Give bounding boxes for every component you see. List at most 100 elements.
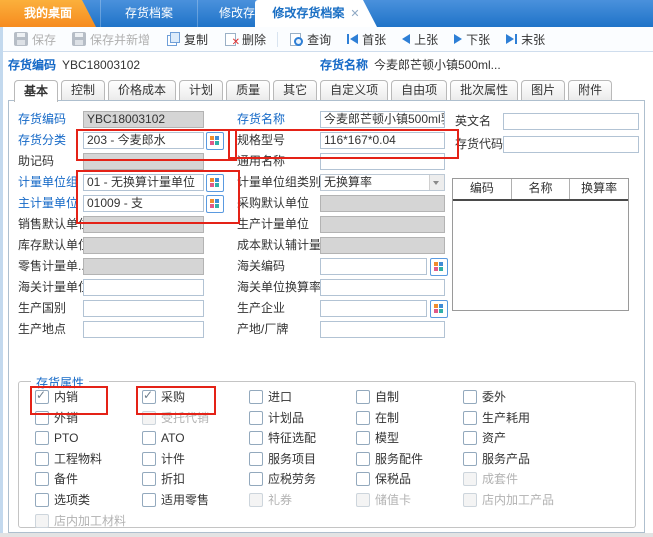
checkbox-icon [249, 452, 263, 466]
save-new-label: 保存并新增 [90, 31, 150, 48]
last-record-icon [506, 34, 517, 44]
checkbox-attr-4-2[interactable]: 资产 [463, 430, 506, 445]
last-record-button[interactable]: 末张 [498, 28, 553, 50]
field-input-middle-8[interactable] [320, 279, 445, 296]
field-input-left-10[interactable] [83, 321, 204, 338]
checkbox-attr-3-1[interactable]: 在制 [356, 410, 399, 425]
checkbox-icon [356, 493, 370, 507]
checkbox-attr-0-5[interactable]: 选项类 [35, 492, 90, 507]
checkbox-attr-2-3[interactable]: 服务项目 [249, 451, 316, 466]
tab-modify-inventory-archive-active[interactable]: 修改存货档案✕ [255, 0, 377, 27]
close-icon[interactable]: ✕ [350, 8, 359, 20]
checkbox-attr-0-2[interactable]: PTO [35, 430, 78, 445]
tab-my-desktop[interactable]: 我的桌面 [0, 0, 96, 27]
field-input-middle-9[interactable] [320, 300, 427, 317]
field-input-middle-4 [320, 195, 445, 212]
delete-button[interactable]: 删除 [216, 28, 274, 50]
next-record-button[interactable]: 下张 [446, 28, 498, 50]
field-input-left-9[interactable] [83, 300, 204, 317]
checkbox-label: 适用零售 [161, 491, 209, 508]
checkbox-icon [463, 452, 477, 466]
checkbox-label: 店内加工产品 [482, 491, 554, 508]
checkbox-label: 礼券 [268, 491, 292, 508]
checkbox-attr-4-3[interactable]: 服务产品 [463, 451, 530, 466]
field-input-left-3[interactable]: 01 - 无换算计量单位 [83, 174, 204, 191]
page-tab-6[interactable]: 自定义项 [320, 80, 388, 100]
checkbox-label: 服务配件 [375, 450, 423, 467]
copy-button[interactable]: 复制 [158, 28, 216, 50]
checkbox-icon [35, 472, 49, 486]
first-record-button[interactable]: 首张 [339, 28, 394, 50]
query-button[interactable]: 查询 [281, 28, 339, 50]
checkbox-attr-0-0[interactable]: 内销 [35, 389, 78, 404]
checkbox-attr-1-0[interactable]: 采购 [142, 389, 185, 404]
checkbox-attr-2-2[interactable]: 特征选配 [249, 430, 316, 445]
previous-record-button[interactable]: 上张 [394, 28, 446, 50]
page-tab-1[interactable]: 控制 [61, 80, 105, 100]
checkbox-icon [249, 390, 263, 404]
page-tab-7[interactable]: 自由项 [391, 80, 447, 100]
lookup-icon[interactable] [430, 258, 448, 276]
checkbox-attr-1-3[interactable]: 计件 [142, 451, 185, 466]
page-tab-9[interactable]: 图片 [521, 80, 565, 100]
page-tab-4[interactable]: 质量 [226, 80, 270, 100]
lookup-icon[interactable] [206, 174, 224, 192]
lookup-icon[interactable] [206, 195, 224, 213]
field-label-left-6: 库存默认单位 [18, 237, 90, 254]
checkbox-attr-0-4[interactable]: 备件 [35, 471, 78, 486]
tab-inventory-archive[interactable]: 存货档案 [100, 0, 198, 27]
page-tab-3[interactable]: 计划 [179, 80, 223, 100]
checkbox-icon [463, 390, 477, 404]
checkbox-attr-2-4[interactable]: 应税劳务 [249, 471, 316, 486]
unit-table-col-code: 编码 [453, 179, 512, 199]
checkbox-attr-0-3[interactable]: 工程物料 [35, 451, 102, 466]
page-tab-5[interactable]: 其它 [273, 80, 317, 100]
checkbox-attr-2-1[interactable]: 计划品 [249, 410, 304, 425]
page-tab-2[interactable]: 价格成本 [108, 80, 176, 100]
checkbox-attr-1-5[interactable]: 适用零售 [142, 492, 209, 507]
field-input-left-1[interactable]: 203 - 今麦郎水 [83, 132, 204, 149]
lookup-icon[interactable] [206, 132, 224, 150]
page-tab-8[interactable]: 批次属性 [450, 80, 518, 100]
checkbox-label: 计件 [161, 450, 185, 467]
field-input-middle-0[interactable]: 今麦郎芒顿小镇500ml乳酸菌 [320, 111, 445, 128]
checkbox-attr-0-1[interactable]: 外销 [35, 410, 78, 425]
delete-label: 删除 [242, 31, 266, 48]
field-input-middle-7[interactable] [320, 258, 427, 275]
field-input-left-4[interactable]: 01009 - 支 [83, 195, 204, 212]
checkbox-attr-4-0[interactable]: 委外 [463, 389, 506, 404]
page-tab-10[interactable]: 附件 [568, 80, 612, 100]
checkbox-attr-3-3[interactable]: 服务配件 [356, 451, 423, 466]
checkbox-icon [356, 452, 370, 466]
checkbox-label: 委外 [482, 388, 506, 405]
field-input-middle-10[interactable] [320, 321, 445, 338]
checkbox-attr-1-4[interactable]: 折扣 [142, 471, 185, 486]
checkbox-attr-1-2[interactable]: ATO [142, 430, 185, 445]
field-label-middle-9: 生产企业 [237, 300, 285, 317]
field-input-middle-1[interactable]: 116*167*0.04 [320, 132, 445, 149]
save-new-icon [72, 32, 86, 46]
checkbox-label: 备件 [54, 470, 78, 487]
field-input-left-8[interactable] [83, 279, 204, 296]
field-input-right-0[interactable] [503, 113, 639, 130]
checkbox-label: 服务产品 [482, 450, 530, 467]
chevron-down-icon[interactable] [429, 175, 444, 190]
page-tab-0[interactable]: 基本 [14, 80, 58, 102]
field-input-middle-5 [320, 216, 445, 233]
checkbox-attr-3-0[interactable]: 自制 [356, 389, 399, 404]
checkbox-attr-3-4[interactable]: 保税品 [356, 471, 411, 486]
checkbox-attr-2-0[interactable]: 进口 [249, 389, 292, 404]
previous-record-icon [402, 34, 410, 44]
copy-label: 复制 [184, 31, 208, 48]
checkbox-attr-4-1[interactable]: 生产耗用 [463, 410, 530, 425]
field-input-middle-3[interactable]: 无换算率 [320, 174, 445, 191]
field-input-right-1[interactable] [503, 136, 639, 153]
checkbox-label: 工程物料 [54, 450, 102, 467]
status-strip [0, 533, 653, 537]
lookup-icon[interactable] [430, 300, 448, 318]
checkbox-attr-0-6: 店内加工材料 [35, 513, 126, 528]
checkbox-icon [463, 493, 477, 507]
checkbox-icon [463, 411, 477, 425]
field-input-middle-2[interactable] [320, 153, 445, 170]
checkbox-attr-3-2[interactable]: 模型 [356, 430, 399, 445]
